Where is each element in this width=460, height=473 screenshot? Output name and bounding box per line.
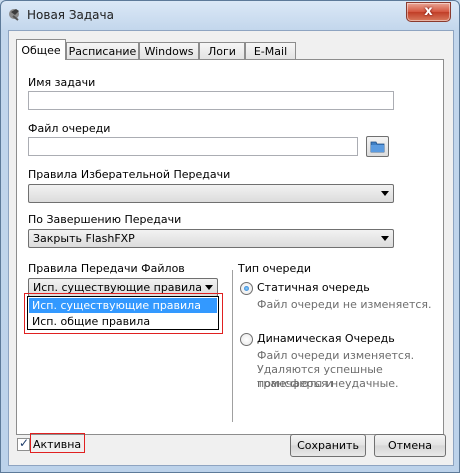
tab-windows[interactable]: Windows bbox=[139, 42, 199, 59]
dynamic-queue-label[interactable]: Динамическая Очередь bbox=[257, 332, 395, 345]
tab-schedule[interactable]: Расписание bbox=[66, 42, 139, 59]
chevron-down-icon bbox=[381, 236, 389, 241]
dynamic-queue-hint-1: Файл очереди изменяется. bbox=[257, 349, 415, 362]
close-button[interactable]: x bbox=[406, 2, 451, 22]
on-complete-label: По Завершению Передачи bbox=[28, 213, 182, 226]
app-icon bbox=[9, 9, 19, 21]
active-checkbox[interactable]: ✓ bbox=[17, 436, 30, 451]
on-complete-select[interactable]: Закрыть FlashFXP bbox=[28, 229, 394, 248]
queue-type-label: Тип очереди bbox=[238, 262, 312, 275]
browse-button[interactable] bbox=[366, 136, 389, 157]
selective-transfer-select[interactable] bbox=[28, 184, 394, 203]
cancel-button[interactable]: Отмена bbox=[374, 434, 446, 457]
queue-file-field[interactable] bbox=[28, 137, 358, 156]
vertical-divider bbox=[232, 270, 233, 422]
save-button[interactable]: Сохранить bbox=[290, 434, 366, 457]
task-name-field[interactable] bbox=[28, 91, 394, 110]
static-queue-radio[interactable] bbox=[240, 282, 253, 295]
dynamic-queue-hint-3: помечаются неудачные. bbox=[257, 377, 399, 390]
tab-logs[interactable]: Логи bbox=[199, 42, 245, 59]
chevron-down-icon bbox=[205, 285, 213, 290]
title-bar[interactable]: Новая Задача x bbox=[1, 1, 459, 29]
tab-general[interactable]: Общее bbox=[16, 39, 66, 60]
window-title: Новая Задача bbox=[27, 8, 114, 22]
chevron-down-icon bbox=[381, 191, 389, 196]
tab-email[interactable]: E-Mail bbox=[245, 42, 296, 59]
highlight-frame bbox=[30, 433, 85, 453]
task-window: Новая Задача x Общее Расписание Windows … bbox=[0, 0, 460, 473]
selective-transfer-label: Правила Изберательной Передачи bbox=[28, 168, 231, 181]
dynamic-queue-radio[interactable] bbox=[240, 333, 253, 346]
general-panel: Имя задачи Файл очереди Правила Изберате… bbox=[16, 59, 444, 435]
close-icon: x bbox=[424, 4, 433, 19]
static-queue-label[interactable]: Статичная очередь bbox=[257, 281, 370, 294]
queue-file-label: Файл очереди bbox=[28, 122, 111, 135]
checkmark-icon: ✓ bbox=[19, 436, 30, 450]
highlight-frame bbox=[24, 293, 223, 334]
on-complete-value: Закрыть FlashFXP bbox=[33, 232, 135, 245]
static-queue-hint: Файл очереди не изменяется. bbox=[257, 298, 432, 311]
dialog-client: Общее Расписание Windows Логи E-Mail Имя… bbox=[8, 30, 454, 466]
task-name-label: Имя задачи bbox=[28, 76, 96, 89]
folder-icon bbox=[370, 141, 385, 153]
file-rules-label: Правила Передачи Файлов bbox=[28, 262, 185, 275]
